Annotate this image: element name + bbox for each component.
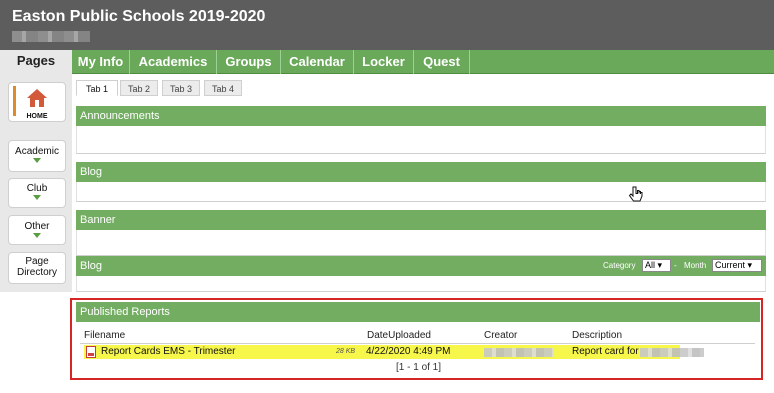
sidebar-item-other[interactable]: Other [8, 215, 66, 245]
report-filename-link[interactable]: Report Cards EMS - Trimester [101, 346, 235, 357]
tab-calendar[interactable]: Calendar [281, 50, 354, 74]
sidebar-item-label: Other [24, 221, 50, 232]
section-header: Blog Category All ▾ - Month Current ▾ [76, 256, 766, 276]
sidebar-item-label: Academic [15, 146, 59, 157]
chevron-down-icon [33, 195, 41, 200]
sidebar: HOME Academic Club Other Page Directory [0, 72, 72, 292]
section-title: Blog [76, 162, 766, 182]
hand-cursor-icon [628, 186, 643, 202]
description-text: Report card for [572, 346, 639, 357]
month-label: Month [684, 261, 707, 270]
banner-section: Banner [76, 210, 766, 256]
date-uploaded: 4/22/2020 4:49 PM [366, 346, 451, 357]
column-date-uploaded: DateUploaded [367, 330, 431, 341]
chevron-down-icon [33, 233, 41, 238]
column-filename: Filename [84, 330, 126, 341]
separator-dash: - [674, 261, 677, 270]
announcements-section: Announcements [76, 106, 766, 154]
home-button[interactable]: HOME [8, 82, 66, 122]
section-title: Announcements [76, 106, 766, 126]
tab-3[interactable]: Tab 3 [162, 80, 200, 96]
section-body [76, 276, 766, 292]
sidebar-item-academic[interactable]: Academic [8, 140, 66, 172]
main-nav: My Info Academics Groups Calendar Locker… [72, 50, 774, 74]
month-value: Current [715, 260, 746, 270]
sidebar-item-page-directory[interactable]: Page Directory [8, 252, 66, 284]
header-divider [80, 343, 755, 344]
tab-my-info[interactable]: My Info [72, 50, 130, 74]
tab-2[interactable]: Tab 2 [120, 80, 158, 96]
category-select[interactable]: All ▾ [642, 259, 671, 272]
user-name-blurred [12, 31, 90, 42]
column-creator: Creator [484, 330, 518, 341]
file-size: 28 KB [336, 348, 356, 355]
pagination-text: [1 - 1 of 1] [396, 362, 442, 373]
blog-section: Blog [76, 162, 766, 202]
sidebar-item-label: Club [26, 183, 48, 194]
chevron-down-icon [33, 158, 41, 163]
tab-1[interactable]: Tab 1 [76, 80, 118, 96]
month-select[interactable]: Current ▾ [712, 259, 762, 272]
tab-locker[interactable]: Locker [354, 50, 414, 74]
description-name-blurred [640, 348, 704, 357]
tab-groups[interactable]: Groups [217, 50, 281, 74]
section-body [76, 230, 766, 256]
tab-quest[interactable]: Quest [414, 50, 470, 74]
column-description: Description [572, 330, 623, 341]
pdf-file-icon [86, 346, 96, 358]
creator-name-blurred [484, 348, 554, 357]
school-title: Easton Public Schools 2019-2020 [12, 8, 266, 25]
sidebar-item-label: Page [25, 256, 49, 267]
sidebar-item-club[interactable]: Club [8, 178, 66, 208]
home-icon [27, 89, 47, 107]
section-title: Banner [76, 210, 766, 230]
category-label: Category [603, 261, 636, 270]
app-header: Easton Public Schools 2019-2020 [0, 0, 774, 50]
home-accent-bar [13, 86, 16, 116]
published-reports-title: Published Reports [76, 302, 760, 322]
pages-label: Pages [0, 50, 72, 72]
tab-4[interactable]: Tab 4 [204, 80, 242, 96]
section-body [76, 126, 766, 154]
sidebar-item-label: Directory [16, 267, 57, 278]
category-value: All [645, 260, 656, 270]
blog-section-2: Blog Category All ▾ - Month Current ▾ [76, 256, 766, 292]
section-title: Blog [80, 260, 103, 272]
tab-academics[interactable]: Academics [130, 50, 217, 74]
home-label: HOME [26, 113, 48, 120]
section-body [76, 182, 766, 202]
